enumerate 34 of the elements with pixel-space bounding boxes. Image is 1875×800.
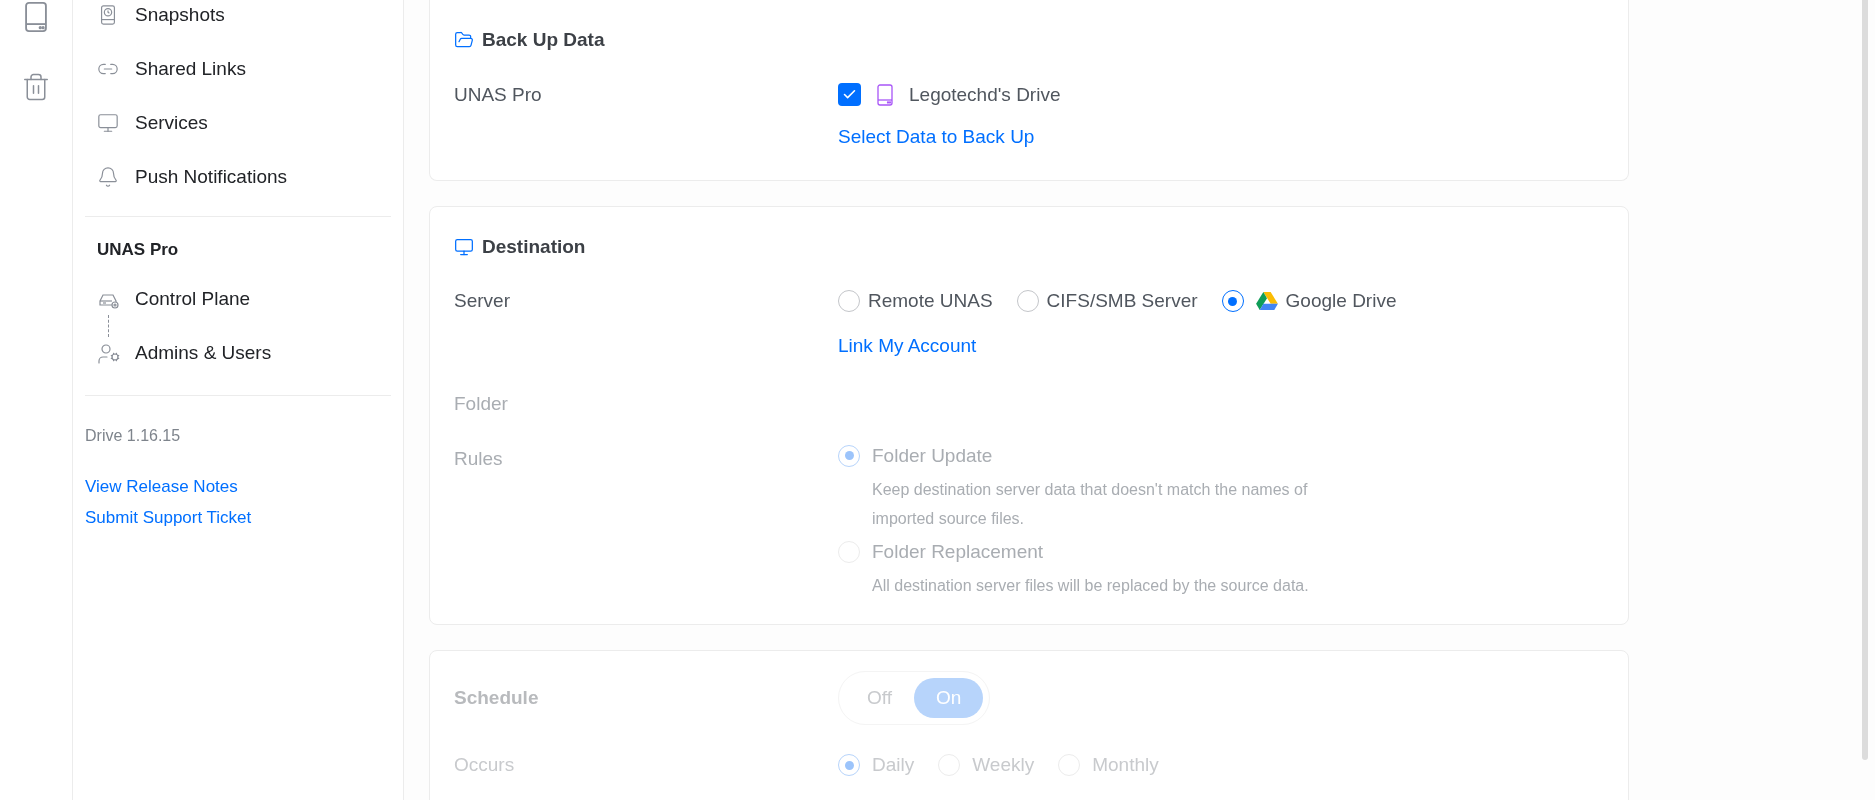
sidebar-item[interactable]: Push Notifications [97,162,379,192]
sidebar-item[interactable]: Services [97,108,379,138]
scrollbar[interactable] [1862,0,1868,760]
field-label: Server [454,289,511,313]
option-description: Keep destination server data that doesn't match the names of imported source files. [872,479,1309,529]
drive-name: Legotechd's Drive [909,82,1061,107]
option-label: Google Drive [1285,289,1397,313]
sidebar-link[interactable]: View Release Notes [85,473,238,499]
option-label: Folder Update [872,444,994,467]
field-label: Rules [454,446,504,471]
sidebar-item[interactable]: Shared Links [97,54,379,84]
monitor-icon [97,112,119,134]
field-label: UNAS Pro [454,82,543,107]
option-label: Folder Replacement [872,540,1045,563]
sidebar-item[interactable]: Admins & Users [97,338,379,369]
drive-logo-icon [1255,291,1278,312]
card-title: Destination [482,234,586,259]
section-title: UNAS Pro [97,239,180,261]
version-text: Drive 1.16.15 [85,425,182,446]
sidebar-link[interactable]: Submit Support Ticket [85,505,252,531]
option-label: Remote UNAS [868,289,993,313]
card-title: Schedule [454,685,540,710]
option-label: CIFS/SMB Server [1046,289,1198,313]
option-description: All destination server files will be replaced by the source data. [872,575,1309,596]
user-gear-icon [97,341,121,366]
field-label: Folder [454,392,508,416]
checkbox[interactable] [838,83,861,107]
sidebar-item[interactable]: Snapshots [97,0,379,30]
select-data-link[interactable]: Select Data to Back Up [838,123,1035,152]
monitor-icon [454,236,474,257]
trash-icon[interactable] [21,72,51,102]
bell-icon [97,166,119,188]
card-title: Back Up Data [482,28,605,52]
sidebar-item[interactable]: Control Plane [97,284,379,315]
